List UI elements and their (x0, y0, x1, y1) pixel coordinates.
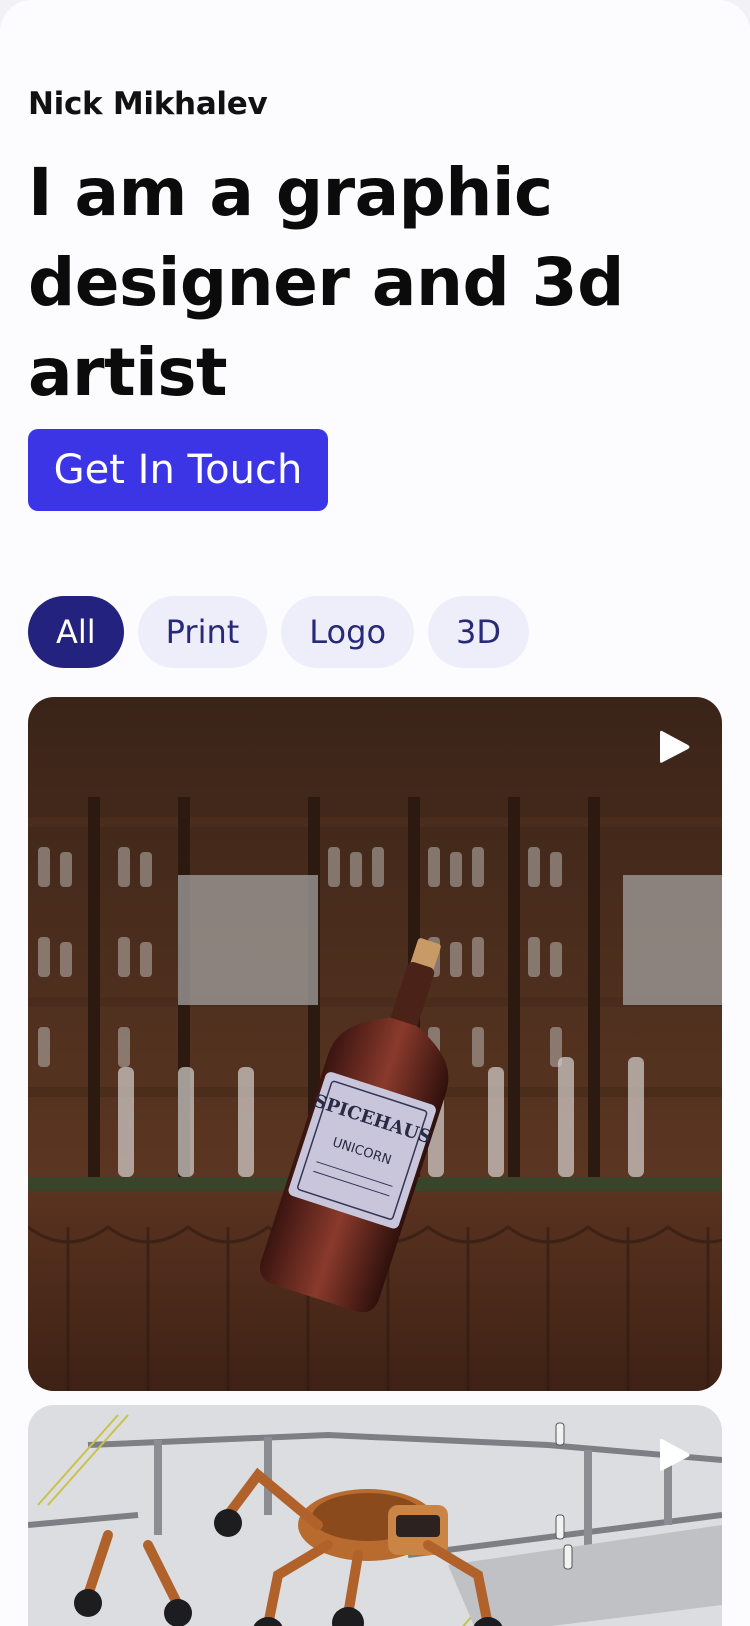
author-name: Nick Mikhalev (28, 86, 268, 122)
page-headline: I am a graphic designer and 3d artist (28, 154, 624, 411)
bottle-render-image: SPICEHAUS UNICORN (28, 697, 722, 1391)
filter-chip-logo[interactable]: Logo (281, 596, 415, 668)
play-icon[interactable] (654, 727, 694, 767)
robot-render-image (28, 1405, 722, 1626)
gallery-item-robot-video[interactable] (28, 1405, 722, 1626)
portfolio-screen: Nick Mikhalev I am a graphic designer an… (0, 0, 750, 1626)
gallery-item-bottle-video[interactable]: SPICEHAUS UNICORN (28, 697, 722, 1391)
category-filters: All Print Logo 3D (28, 596, 530, 668)
filter-chip-3d[interactable]: 3D (428, 596, 530, 668)
play-icon[interactable] (654, 1435, 694, 1475)
get-in-touch-button[interactable]: Get In Touch (28, 429, 328, 511)
filter-chip-all[interactable]: All (28, 596, 124, 668)
filter-chip-print[interactable]: Print (137, 596, 268, 668)
